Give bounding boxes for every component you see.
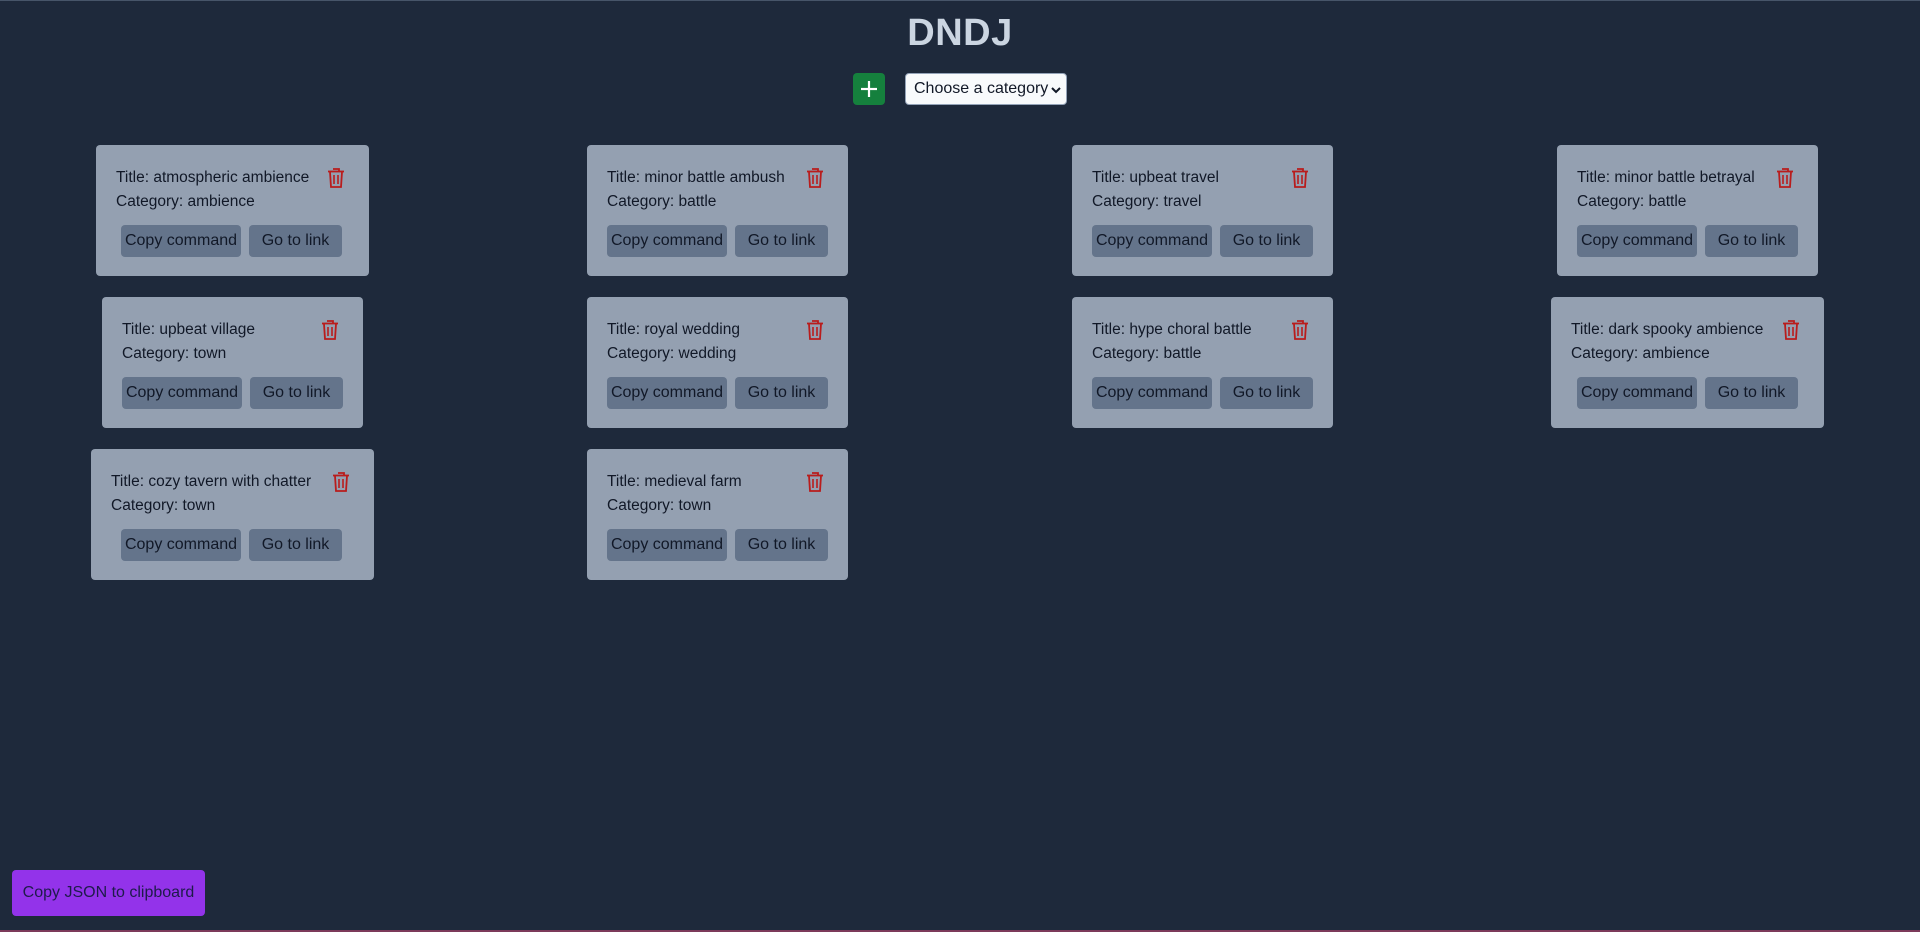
add-track-button[interactable]: [853, 73, 885, 105]
go-to-link-button[interactable]: Go to link: [735, 225, 828, 257]
copy-json-label: Copy JSON to clipboard: [22, 884, 195, 901]
track-card: Title: upbeat travel Category: travel Copy…: [1072, 145, 1333, 276]
track-category: Category: ambience: [1571, 345, 1710, 362]
track-card: Title: medieval farm Category: town Copy c…: [587, 449, 848, 580]
track-category: Category: ambience: [116, 193, 255, 210]
track-category: Category: travel: [1092, 193, 1202, 210]
track-card: Title: hype choral battle Category: battl…: [1072, 297, 1333, 428]
copy-json-button[interactable]: Copy JSON to clipboard: [12, 870, 205, 916]
go-to-link-button[interactable]: Go to link: [1705, 225, 1798, 257]
trash-icon[interactable]: [331, 471, 351, 493]
copy-command-button[interactable]: Copy command: [1577, 377, 1697, 409]
copy-command-button[interactable]: Copy command: [607, 377, 727, 409]
track-title: Title: dark spooky ambience: [1571, 321, 1764, 338]
track-card: Title: minor battle betrayal Category: ba…: [1557, 145, 1818, 276]
go-to-link-button[interactable]: Go to link: [250, 377, 343, 409]
track-card: Title: atmospheric ambience Category: amb…: [96, 145, 369, 276]
trash-icon[interactable]: [1781, 319, 1801, 341]
plus-icon: [861, 81, 877, 97]
go-to-link-button[interactable]: Go to link: [249, 529, 342, 561]
track-title: Title: royal wedding: [607, 321, 740, 338]
copy-command-button[interactable]: Copy command: [607, 529, 727, 561]
go-to-link-button[interactable]: Go to link: [735, 529, 828, 561]
trash-icon[interactable]: [805, 319, 825, 341]
track-title: Title: minor battle ambush: [607, 169, 785, 186]
track-card: Title: minor battle ambush Category: batt…: [587, 145, 848, 276]
track-category: Category: town: [111, 497, 216, 514]
go-to-link-button[interactable]: Go to link: [735, 377, 828, 409]
track-title: Title: upbeat village: [122, 321, 255, 338]
top-border: [0, 0, 1920, 1]
trash-icon[interactable]: [805, 471, 825, 493]
track-title: Title: cozy tavern with chatter: [111, 473, 312, 490]
trash-icon[interactable]: [1290, 167, 1310, 189]
track-title: Title: medieval farm: [607, 473, 742, 490]
track-title: Title: minor battle betrayal: [1577, 169, 1755, 186]
track-title: Title: hype choral battle: [1092, 321, 1252, 338]
track-card: Title: cozy tavern with chatter Category:…: [91, 449, 374, 580]
track-card: Title: royal wedding Category: wedding Cop…: [587, 297, 848, 428]
trash-icon[interactable]: [805, 167, 825, 189]
track-category: Category: town: [122, 345, 227, 362]
track-category: Category: battle: [607, 193, 717, 210]
copy-command-button[interactable]: Copy command: [1092, 225, 1212, 257]
track-category: Category: town: [607, 497, 712, 514]
trash-icon[interactable]: [1290, 319, 1310, 341]
copy-command-button[interactable]: Copy command: [121, 225, 241, 257]
track-title: Title: upbeat travel: [1092, 169, 1219, 186]
copy-command-button[interactable]: Copy command: [1092, 377, 1212, 409]
track-card: Title: upbeat village Category: town Copy …: [102, 297, 363, 428]
copy-command-button[interactable]: Copy command: [122, 377, 242, 409]
track-card: Title: dark spooky ambience Category: amb…: [1551, 297, 1824, 428]
copy-command-button[interactable]: Copy command: [607, 225, 727, 257]
track-category: Category: wedding: [607, 345, 737, 362]
track-category: Category: battle: [1092, 345, 1202, 362]
go-to-link-button[interactable]: Go to link: [1705, 377, 1798, 409]
chevron-down-icon: [1051, 87, 1061, 94]
copy-command-button[interactable]: Copy command: [121, 529, 241, 561]
page-title: DNDJ: [907, 12, 1013, 54]
trash-icon[interactable]: [320, 319, 340, 341]
trash-icon[interactable]: [326, 167, 346, 189]
go-to-link-button[interactable]: Go to link: [1220, 225, 1313, 257]
go-to-link-button[interactable]: Go to link: [1220, 377, 1313, 409]
track-title: Title: atmospheric ambience: [116, 169, 310, 186]
go-to-link-button[interactable]: Go to link: [249, 225, 342, 257]
track-category: Category: battle: [1577, 193, 1687, 210]
category-select[interactable]: Choose a category: [905, 73, 1067, 105]
copy-command-button[interactable]: Copy command: [1577, 225, 1697, 257]
trash-icon[interactable]: [1775, 167, 1795, 189]
category-select-value: Choose a category: [914, 80, 1049, 97]
